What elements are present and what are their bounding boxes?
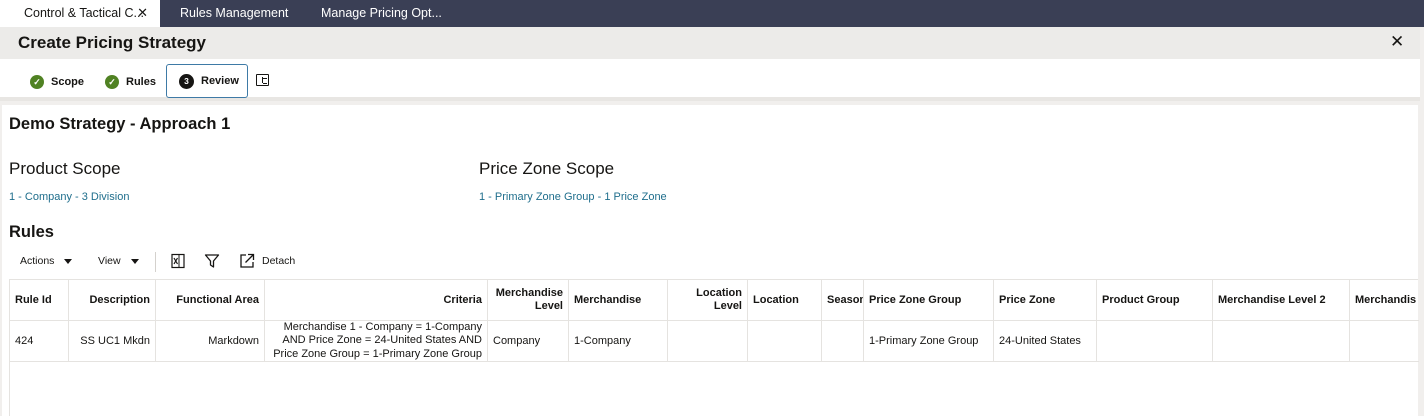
review-content: Demo Strategy - Approach 1 Product Scope…: [2, 105, 1419, 416]
column-header-merchandise-level-2[interactable]: Merchandise Level 2: [1213, 280, 1350, 320]
tab-label: Control & Tactical C...: [24, 6, 144, 20]
column-header-price-zone[interactable]: Price Zone: [994, 280, 1097, 320]
close-dialog-icon[interactable]: ✕: [1390, 32, 1404, 52]
column-header-location-level[interactable]: Location Level: [668, 280, 748, 320]
table-header-row: Rule Id Description Functional Area Crit…: [10, 280, 1419, 321]
dialog-header: Create Pricing Strategy ✕: [0, 27, 1420, 59]
actions-menu-button[interactable]: Actions: [20, 255, 73, 267]
step-rules[interactable]: ✓ Rules: [105, 67, 156, 97]
cell-location-level: [668, 321, 748, 361]
page-title: Create Pricing Strategy: [18, 33, 207, 52]
view-label: View: [98, 255, 121, 267]
summary-panel-icon[interactable]: [256, 74, 269, 86]
cell-season: [822, 321, 864, 361]
column-header-location[interactable]: Location: [748, 280, 822, 320]
tab-control-tactical[interactable]: Control & Tactical C... ✕: [0, 0, 160, 27]
column-header-description[interactable]: Description: [69, 280, 156, 320]
price-zone-scope-link[interactable]: 1 - Primary Zone Group - 1 Price Zone: [479, 191, 667, 203]
column-header-season[interactable]: Season: [822, 280, 864, 320]
column-header-merchandise[interactable]: Merchandise: [569, 280, 668, 320]
cell-criteria: Merchandise 1 - Company = 1-Company AND …: [265, 321, 488, 361]
filter-icon[interactable]: [204, 253, 220, 269]
step-review[interactable]: 3 Review: [166, 64, 248, 98]
step-label: Rules: [126, 76, 156, 88]
cell-merchandise: 1-Company: [569, 321, 668, 361]
detach-button[interactable]: Detach: [239, 253, 295, 269]
column-header-product-group[interactable]: Product Group: [1097, 280, 1213, 320]
column-header-criteria[interactable]: Criteria: [265, 280, 488, 320]
table-row[interactable]: 424 SS UC1 Mkdn Markdown Merchandise 1 -…: [10, 321, 1419, 362]
tab-manage-pricing[interactable]: Manage Pricing Opt...: [321, 0, 442, 27]
product-scope-link[interactable]: 1 - Company - 3 Division: [9, 191, 129, 203]
cell-merchandise-3: [1350, 321, 1419, 361]
export-excel-icon[interactable]: [171, 253, 186, 269]
price-zone-scope-title: Price Zone Scope: [479, 159, 615, 178]
cell-merchandise-level: Company: [488, 321, 569, 361]
cell-product-group: [1097, 321, 1213, 361]
check-icon: ✓: [105, 75, 119, 89]
strategy-title: Demo Strategy - Approach 1: [9, 115, 231, 133]
rules-toolbar: Actions View Detach: [2, 249, 602, 275]
detach-icon: [240, 253, 255, 268]
step-label: Scope: [51, 76, 85, 88]
actions-label: Actions: [20, 255, 55, 267]
cell-location: [748, 321, 822, 361]
column-header-merchandise-level[interactable]: Merchandise Level: [488, 280, 569, 320]
rules-title: Rules: [9, 223, 54, 241]
step-number: 3: [179, 73, 194, 89]
chevron-down-icon: [130, 258, 139, 264]
check-icon: ✓: [30, 75, 44, 89]
tab-rules-management[interactable]: Rules Management: [180, 0, 288, 27]
app-tab-bar: Control & Tactical C... ✕ Rules Manageme…: [0, 0, 1424, 27]
column-header-functional-area[interactable]: Functional Area: [156, 280, 265, 320]
step-scope[interactable]: ✓ Scope: [30, 67, 84, 97]
close-tab-icon[interactable]: ✕: [137, 0, 148, 26]
step-train: ✓ Scope ✓ Rules 3 Review: [0, 59, 1420, 101]
cell-functional-area: Markdown: [156, 321, 265, 361]
cell-rule-id: 424: [10, 321, 69, 361]
toolbar-divider: [155, 252, 156, 272]
detach-label: Detach: [262, 255, 296, 267]
column-header-merchandise-3[interactable]: Merchandis: [1350, 280, 1419, 320]
chevron-down-icon: [64, 258, 73, 264]
cell-merchandise-level-2: [1213, 321, 1350, 361]
view-menu-button[interactable]: View: [98, 255, 139, 267]
column-header-rule-id[interactable]: Rule Id: [10, 280, 69, 320]
column-header-price-zone-group[interactable]: Price Zone Group: [864, 280, 994, 320]
step-label: Review: [201, 75, 239, 87]
rules-table: Rule Id Description Functional Area Crit…: [9, 279, 1419, 416]
cell-price-zone: 24-United States: [994, 321, 1097, 361]
product-scope-title: Product Scope: [9, 159, 121, 178]
cell-price-zone-group: 1-Primary Zone Group: [864, 321, 994, 361]
cell-description: SS UC1 Mkdn: [69, 321, 156, 361]
